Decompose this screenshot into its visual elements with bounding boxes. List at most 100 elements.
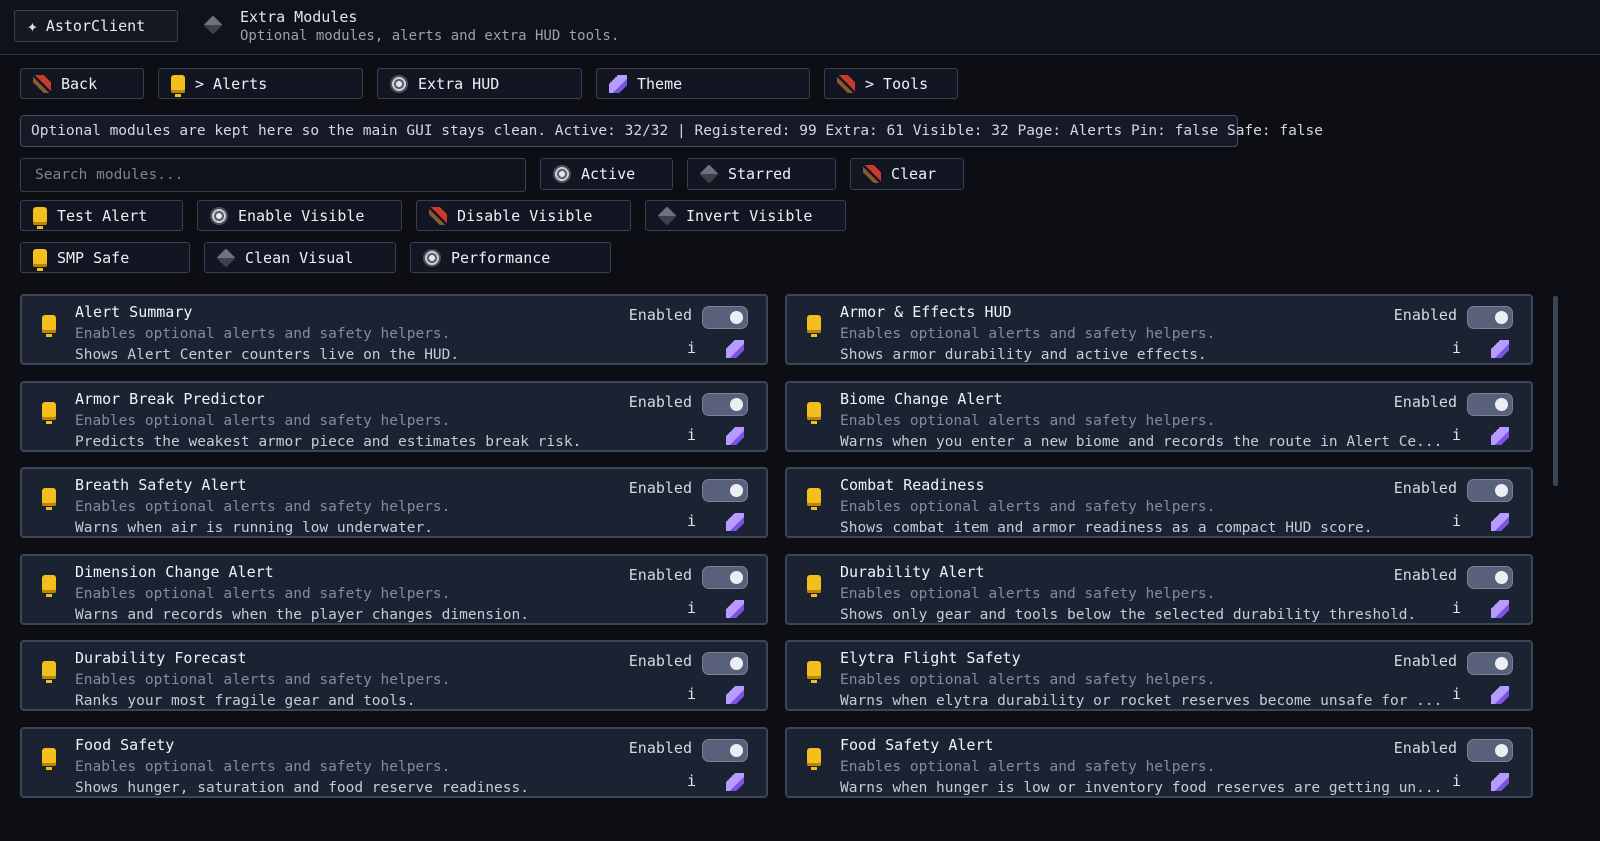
module-title: Alert Summary [75, 303, 193, 321]
brush-icon[interactable] [726, 513, 744, 531]
info-icon[interactable]: i [1452, 512, 1461, 530]
module-toggle[interactable] [1467, 479, 1513, 502]
brush-icon[interactable] [726, 600, 744, 618]
extra-hud-label: Extra HUD [418, 74, 500, 93]
filter-active-button[interactable]: Active [540, 158, 673, 190]
invert-visible-button[interactable]: Invert Visible [645, 200, 846, 231]
module-title: Elytra Flight Safety [840, 649, 1021, 667]
info-icon[interactable]: i [1452, 339, 1461, 357]
enable-visible-label: Enable Visible [238, 206, 365, 225]
module-toggle[interactable] [702, 566, 748, 589]
module-toggle[interactable] [702, 652, 748, 675]
module-description: Enables optional alerts and safety helpe… [840, 672, 1216, 688]
info-icon[interactable]: i [687, 512, 696, 530]
info-icon[interactable]: i [687, 426, 696, 444]
module-toggle[interactable] [1467, 566, 1513, 589]
cube-icon [203, 15, 223, 35]
module-toggle[interactable] [702, 479, 748, 502]
module-toggle[interactable] [1467, 393, 1513, 416]
tab-alerts[interactable]: > Alerts [158, 68, 363, 99]
module-toggle[interactable] [702, 739, 748, 762]
clear-button[interactable]: Clear [850, 158, 964, 190]
bell-icon [42, 575, 56, 597]
brush-icon[interactable] [726, 686, 744, 704]
module-status: Enabled [628, 566, 692, 584]
module-detail: Predicts the weakest armor piece and est… [75, 434, 582, 450]
top-bar: ✦ AstorClient Extra Modules Optional mod… [0, 0, 1600, 55]
enable-visible-button[interactable]: Enable Visible [197, 200, 402, 231]
module-detail: Ranks your most fragile gear and tools. [75, 693, 416, 709]
module-card[interactable]: Alert Summary Enables optional alerts an… [20, 294, 768, 365]
info-icon[interactable]: i [1452, 772, 1461, 790]
module-detail: Warns when air is running low underwater… [75, 520, 433, 536]
disc-icon [423, 248, 441, 267]
module-status: Enabled [1393, 393, 1457, 411]
brush-icon[interactable] [1491, 427, 1509, 445]
brand-badge[interactable]: ✦ AstorClient [14, 10, 178, 42]
module-toggle[interactable] [1467, 652, 1513, 675]
performance-button[interactable]: Performance [410, 242, 611, 273]
back-button[interactable]: Back [20, 68, 144, 99]
brush-icon[interactable] [726, 427, 744, 445]
module-description: Enables optional alerts and safety helpe… [75, 326, 451, 342]
test-alert-button[interactable]: Test Alert [20, 200, 183, 231]
bell-icon [807, 402, 821, 424]
module-detail: Warns when hunger is low or inventory fo… [840, 780, 1443, 796]
brush-icon[interactable] [1491, 600, 1509, 618]
module-card[interactable]: Breath Safety Alert Enables optional ale… [20, 467, 768, 538]
module-status: Enabled [1393, 652, 1457, 670]
module-title: Armor & Effects HUD [840, 303, 1012, 321]
module-card[interactable]: Elytra Flight Safety Enables optional al… [785, 640, 1533, 711]
module-toggle[interactable] [1467, 739, 1513, 762]
alerts-label: > Alerts [195, 74, 268, 93]
module-toggle[interactable] [702, 393, 748, 416]
search-input[interactable] [20, 158, 526, 192]
brush-icon[interactable] [1491, 513, 1509, 531]
bell-icon [42, 661, 56, 683]
brush-icon[interactable] [1491, 340, 1509, 358]
scrollbar[interactable] [1553, 296, 1558, 486]
module-card[interactable]: Food Safety Enables optional alerts and … [20, 727, 768, 798]
info-icon[interactable]: i [687, 599, 696, 617]
module-card[interactable]: Armor Break Predictor Enables optional a… [20, 381, 768, 452]
performance-label: Performance [451, 248, 551, 267]
module-description: Enables optional alerts and safety helpe… [840, 759, 1216, 775]
info-icon[interactable]: i [1452, 426, 1461, 444]
info-icon[interactable]: i [687, 339, 696, 357]
info-icon[interactable]: i [687, 772, 696, 790]
brush-icon[interactable] [726, 340, 744, 358]
smp-safe-label: SMP Safe [57, 248, 130, 267]
module-toggle[interactable] [702, 306, 748, 329]
module-card[interactable]: Biome Change Alert Enables optional aler… [785, 381, 1533, 452]
module-title: Durability Forecast [75, 649, 247, 667]
info-icon[interactable]: i [687, 685, 696, 703]
module-status: Enabled [628, 306, 692, 324]
clean-visual-label: Clean Visual [245, 248, 354, 267]
module-card[interactable]: Dimension Change Alert Enables optional … [20, 554, 768, 625]
module-description: Enables optional alerts and safety helpe… [75, 672, 451, 688]
tab-tools[interactable]: > Tools [824, 68, 958, 99]
module-toggle[interactable] [1467, 306, 1513, 329]
brush-icon[interactable] [1491, 773, 1509, 791]
filter-starred-button[interactable]: Starred [687, 158, 836, 190]
module-title: Breath Safety Alert [75, 476, 247, 494]
clean-visual-button[interactable]: Clean Visual [204, 242, 396, 273]
bell-icon [807, 488, 821, 510]
module-card[interactable]: Armor & Effects HUD Enables optional ale… [785, 294, 1533, 365]
module-description: Enables optional alerts and safety helpe… [840, 413, 1216, 429]
disable-visible-button[interactable]: Disable Visible [416, 200, 631, 231]
module-card[interactable]: Combat Readiness Enables optional alerts… [785, 467, 1533, 538]
bell-icon [42, 488, 56, 510]
module-card[interactable]: Food Safety Alert Enables optional alert… [785, 727, 1533, 798]
info-icon[interactable]: i [1452, 599, 1461, 617]
module-status: Enabled [628, 652, 692, 670]
module-card[interactable]: Durability Forecast Enables optional ale… [20, 640, 768, 711]
bell-icon [807, 315, 821, 337]
info-icon[interactable]: i [1452, 685, 1461, 703]
tab-extra-hud[interactable]: Extra HUD [377, 68, 582, 99]
brush-icon[interactable] [1491, 686, 1509, 704]
tab-theme[interactable]: Theme [596, 68, 810, 99]
brush-icon[interactable] [726, 773, 744, 791]
module-card[interactable]: Durability Alert Enables optional alerts… [785, 554, 1533, 625]
smp-safe-button[interactable]: SMP Safe [20, 242, 190, 273]
